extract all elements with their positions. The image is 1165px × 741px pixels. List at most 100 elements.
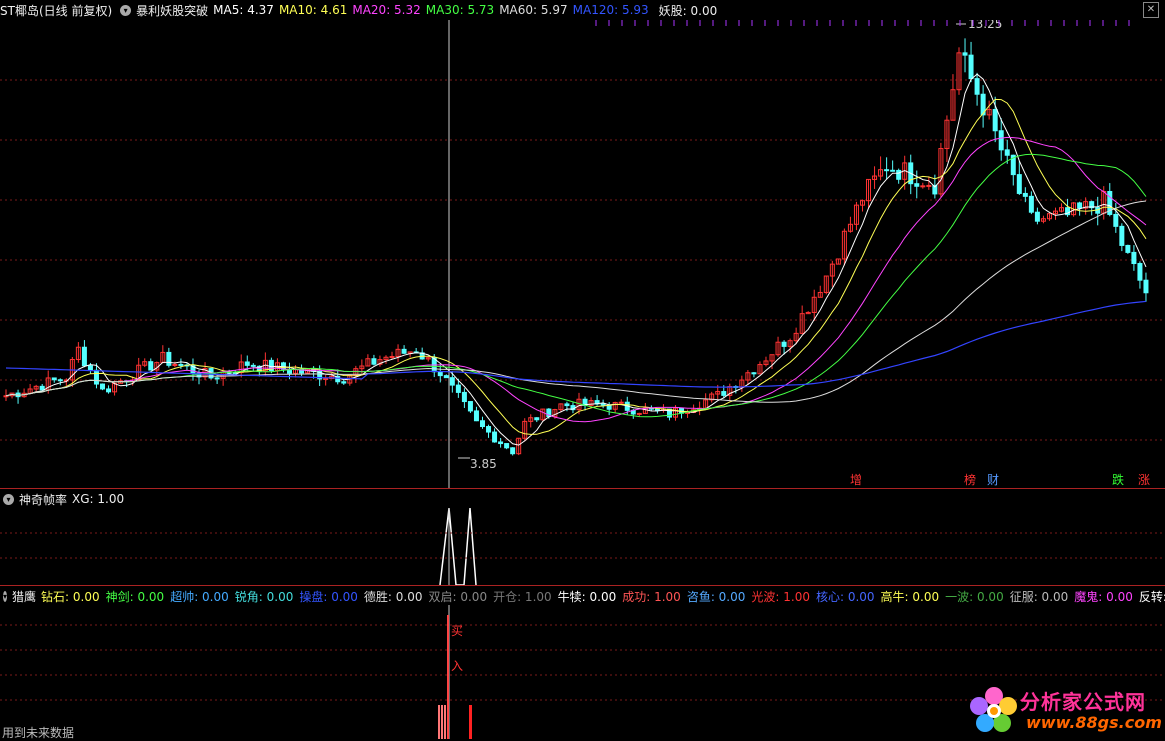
- candle-body: [968, 54, 974, 80]
- panel2-value: XG: 1.00: [72, 492, 125, 506]
- watermark-url: www.88gs.com: [1026, 713, 1162, 732]
- candle-body: [636, 412, 642, 415]
- panel2-header: ▾ 神奇帧率 XG: 1.00: [0, 488, 1165, 509]
- candle-body: [401, 348, 407, 354]
- signal-bar: [441, 705, 443, 739]
- candle-body: [178, 363, 184, 366]
- candle-body: [498, 441, 504, 445]
- low-label: 3.85: [470, 457, 497, 471]
- candle-body: [751, 372, 757, 375]
- candle-body: [51, 377, 57, 381]
- buy-label-1: 买: [451, 624, 464, 638]
- signal-bar: [444, 705, 446, 739]
- candle-body: [1119, 225, 1125, 246]
- candle-body: [250, 364, 256, 367]
- candle-body: [1022, 192, 1028, 197]
- candle-body: [510, 447, 516, 455]
- candle-body: [998, 130, 1004, 151]
- candle-body: [1028, 195, 1034, 213]
- candle-body: [1131, 251, 1137, 265]
- ma-value-4: MA60: 5.97: [499, 3, 568, 17]
- ma-value-0: MA5: 4.37: [213, 3, 274, 17]
- candle-body: [914, 183, 920, 187]
- candle-body: [486, 426, 492, 433]
- ma60-line: [5, 200, 1147, 403]
- candle-body: [81, 346, 87, 367]
- close-icon[interactable]: ✕: [1143, 2, 1159, 18]
- candle-body: [926, 184, 932, 187]
- candle-body: [214, 377, 220, 380]
- candle-body: [443, 375, 449, 379]
- signal-item-6: 双启: 0.00: [428, 589, 488, 604]
- indicator-dropdown-icon[interactable]: ▾: [120, 4, 132, 16]
- candle-body: [1016, 174, 1022, 194]
- panel3-header: ▾ 猎鹰 钻石: 0.00 神剑: 0.00 超帅: 0.00 锐角: 0.00 操盘:…: [0, 585, 1165, 606]
- signal-item-10: 咨鱼: 0.00: [686, 589, 746, 604]
- candle-body: [504, 443, 510, 449]
- ma-value-1: MA10: 4.61: [278, 3, 348, 17]
- panel3-values: 钻石: 0.00 神剑: 0.00 超帅: 0.00 锐角: 0.00 操盘: 0.00…: [41, 588, 1165, 605]
- signal-item-16: 魔鬼: 0.00: [1074, 589, 1133, 604]
- candle-body: [1034, 211, 1040, 222]
- period-label: (日线 前复权): [38, 3, 113, 18]
- signal-item-13: 高牛: 0.00: [880, 589, 940, 604]
- candle-body: [1077, 202, 1083, 209]
- panel3-dropdown-icon[interactable]: ▾: [3, 590, 8, 602]
- event-tag-0: 增: [850, 473, 862, 487]
- ma-values: MA5: 4.37 MA10: 4.61 MA20: 5.32 MA30: 5.73 M…: [213, 3, 654, 17]
- candle-body: [618, 401, 624, 404]
- ma-value-3: MA30: 5.73: [425, 3, 495, 17]
- candle-body: [1125, 244, 1131, 253]
- buy-signal-bar: [447, 615, 449, 739]
- signal-bar: [469, 705, 472, 739]
- candle-body: [244, 361, 250, 366]
- ma20-line: [5, 136, 1147, 423]
- candle-body: [600, 403, 606, 406]
- candle-body: [1004, 149, 1010, 156]
- panel2-dropdown-icon[interactable]: ▾: [3, 493, 14, 505]
- candle-body: [479, 420, 485, 428]
- event-tag-3: 跌: [1112, 472, 1124, 487]
- candle-body: [449, 377, 455, 386]
- candle-body: [87, 365, 93, 371]
- candle-body: [166, 351, 172, 366]
- candle-body: [473, 410, 479, 422]
- candle-body: [1143, 279, 1149, 294]
- buy-label-2: 入: [451, 659, 464, 673]
- candle-body: [461, 391, 467, 403]
- panel2-title: 神奇帧率: [19, 492, 68, 507]
- signal-bar: [438, 705, 440, 739]
- candle-body: [781, 341, 787, 347]
- signal-item-0: 钻石: 0.00: [41, 589, 100, 604]
- indicator-name[interactable]: 暴利妖股突破: [136, 2, 208, 19]
- candle-body: [962, 52, 968, 56]
- candle-body: [1113, 213, 1119, 227]
- candle-body: [1137, 263, 1143, 281]
- xg-signal-chart[interactable]: [0, 508, 1165, 585]
- signal-item-9: 成功: 1.00: [622, 589, 681, 604]
- candle-body: [974, 78, 980, 95]
- signal-item-3: 锐角: 0.00: [234, 589, 294, 604]
- signal-item-12: 核心: 0.00: [815, 589, 875, 604]
- candle-body: [39, 385, 45, 391]
- candle-body: [896, 169, 902, 180]
- signal-item-8: 牛犊: 0.00: [557, 589, 617, 604]
- signal-item-14: 一波: 0.00: [945, 589, 1004, 604]
- ma10-line: [5, 98, 1147, 435]
- panel3-title: 猎鹰: [12, 589, 37, 604]
- candle-body: [106, 388, 112, 393]
- event-tag-2: 财: [987, 473, 999, 487]
- signal-item-7: 开仓: 1.00: [493, 589, 552, 604]
- signal-item-1: 神剑: 0.00: [105, 589, 165, 604]
- candle-body: [341, 381, 347, 384]
- candle-body: [492, 431, 498, 443]
- stock-name: ST椰岛: [0, 3, 39, 18]
- candle-body: [93, 369, 99, 385]
- candlestick-chart[interactable]: 13.253.85增榜财跌涨: [0, 20, 1165, 488]
- ma-value-2: MA20: 5.32: [352, 3, 421, 17]
- watermark-logo: 分析家公式网 www.88gs.com: [968, 684, 1163, 736]
- flower-logo-icon: [970, 687, 1017, 732]
- candle-body: [884, 169, 890, 172]
- xg-spike: [439, 508, 477, 585]
- signal-item-5: 德胜: 0.00: [363, 589, 423, 604]
